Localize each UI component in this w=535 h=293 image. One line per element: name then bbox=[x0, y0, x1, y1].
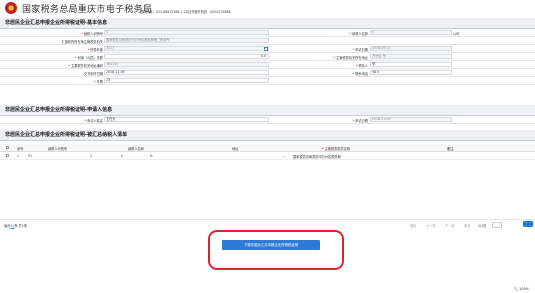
pager-first[interactable]: 首页 bbox=[410, 223, 416, 228]
applicant-label: *申请人姓名 bbox=[84, 118, 103, 123]
download-certificate-button[interactable]: 下载非居民汇总申报企业所得税证明 bbox=[222, 240, 320, 250]
section-applicant-header: 非居民企业汇总申报企业所得税证明-申请人信息 bbox=[0, 105, 535, 116]
form-row-applicant: *申请人姓名 王在天 *申请日期 2018-11-09 bbox=[0, 116, 535, 124]
hotline-text: 咨询热线：023-88812366-1 CA证书服务热线：4000235888 bbox=[140, 10, 231, 14]
page-jump-input[interactable] bbox=[492, 222, 502, 228]
section-list-header: 非居民企业汇总申报企业所得税证明-被汇总纳税人清单 bbox=[0, 130, 535, 141]
site-title: 国家税务总局重庆市电子税务局 bbox=[22, 5, 153, 15]
tax-office-field[interactable]: 国家税务总局重庆市万州区税务局第二税务所 bbox=[104, 38, 269, 43]
doc-date-label: 文书制作日期 bbox=[83, 71, 103, 76]
year-field[interactable]: 2017 bbox=[104, 46, 269, 51]
form-row-period: *年限 23 bbox=[0, 77, 535, 85]
period-label: *年限 bbox=[94, 79, 103, 84]
col-header-note: 备注 bbox=[447, 146, 454, 151]
section-list-title: 非居民企业汇总申报企业所得税证明-被汇总纳税人清单 bbox=[5, 132, 128, 138]
pager: 每页20条 共1条 首页 上一页 下一页 末页 1/1页 bbox=[0, 219, 535, 229]
row-addr-tail: ... bbox=[283, 153, 287, 158]
col-header-no: 序号 bbox=[17, 146, 24, 151]
contact-label: *联系人 bbox=[355, 63, 368, 68]
taxpayer-id-field[interactable]: 5 bbox=[104, 30, 269, 35]
form-row-year: *所属年度 2017 *申请日期 2018-09-15 bbox=[0, 45, 535, 53]
pager-last[interactable]: 末页 bbox=[464, 223, 470, 228]
page-go-button[interactable] bbox=[523, 221, 533, 227]
row-taxpayer-id-tail: 1 bbox=[90, 153, 93, 158]
mgr-addr-label: *主管税务机关所在地址 bbox=[333, 55, 368, 60]
taxpayer-name-suffix: 公司 bbox=[453, 31, 460, 36]
form-row-profit: *利润（亏损）总额 0.0 *主管税务机关所在地址 万州区 号 bbox=[0, 53, 535, 61]
pager-prev[interactable]: 上一页 bbox=[426, 223, 436, 228]
tax-office-label: 汇缴机构所在地主管税务机关 bbox=[61, 39, 103, 44]
profit-label: *利润（亏损）总额 bbox=[74, 55, 103, 60]
select-all-checkbox[interactable] bbox=[6, 146, 9, 149]
pager-page-info: 1/1页 bbox=[478, 224, 487, 228]
site-header: 国家税务总局重庆市电子税务局 咨询热线：023-88812366-1 CA证书服… bbox=[0, 0, 535, 18]
row-checkbox[interactable] bbox=[6, 154, 9, 157]
table-header: 序号 纳税人识别号 纳税人名称 地址 *主管税务机关名称 备注 bbox=[0, 144, 535, 152]
main-org-label: *主要税务机关地址编码 bbox=[68, 63, 103, 68]
form-row-taxpayer: *纳税人识别号 5 *纳税人名称 5 公司 bbox=[0, 29, 535, 37]
phone-field[interactable]: 58 5 bbox=[370, 70, 452, 75]
contact-field[interactable]: 李 bbox=[370, 62, 452, 67]
highlight-ring bbox=[208, 230, 344, 270]
col-header-id: 纳税人识别号 bbox=[48, 146, 68, 151]
apply-date-field[interactable]: 2018-11-09 bbox=[370, 117, 452, 122]
phone-label: *联系电话 bbox=[352, 71, 368, 76]
tax-emblem-icon bbox=[5, 2, 17, 14]
mgr-addr-field[interactable]: 万州区 号 bbox=[370, 54, 452, 59]
table-row[interactable]: 1 51 1 0 D ... 国家税务总局重庆市万州区税务局 bbox=[0, 152, 535, 160]
form-row-main-org: *主要税务机关地址编码 464100 *联系人 李 bbox=[0, 61, 535, 69]
form-row-doc-date: 文书制作日期 2018-11-09 *联系电话 58 5 bbox=[0, 69, 535, 77]
form-row-tax-office: 汇缴机构所在地主管税务机关 国家税务总局重庆市万州区税务局第二税务所 bbox=[0, 37, 535, 45]
doc-date-field[interactable]: 2018-11-09 bbox=[104, 70, 269, 75]
period-field[interactable]: 23 bbox=[104, 78, 269, 83]
col-header-office: *主管税务机关名称 bbox=[322, 146, 351, 151]
date-field[interactable]: 2018-09-15 bbox=[370, 46, 452, 51]
year-label: *所属年度 bbox=[87, 47, 103, 52]
taxpayer-name-field[interactable]: 5 bbox=[370, 30, 452, 35]
col-header-name: 纳税人名称 bbox=[128, 146, 144, 151]
calendar-icon[interactable] bbox=[264, 46, 268, 51]
row-name-mid: D bbox=[150, 153, 153, 158]
taxpayer-name-label: *纳税人名称 bbox=[349, 31, 368, 36]
taxpayer-id-label: *纳税人识别号 bbox=[81, 31, 103, 36]
row-taxpayer-id: 51 bbox=[28, 153, 33, 158]
row-name: 0 bbox=[121, 153, 124, 158]
row-office: 国家税务总局重庆市万州区税务局 bbox=[293, 154, 341, 159]
applicant-field[interactable]: 王在天 bbox=[104, 117, 269, 122]
zoom-level[interactable]: 🔍 100% bbox=[514, 287, 529, 291]
profit-field[interactable]: 0.0 bbox=[104, 54, 269, 59]
col-header-addr: 地址 bbox=[232, 146, 239, 151]
pager-next[interactable]: 下一页 bbox=[445, 223, 455, 228]
date-label: *申请日期 bbox=[352, 47, 368, 52]
main-org-field[interactable]: 464100 bbox=[104, 62, 269, 67]
section-basic-title: 非居民企业汇总申报企业所得税证明-基本信息 bbox=[5, 20, 108, 26]
apply-date-label: *申请日期 bbox=[352, 118, 368, 123]
section-applicant-title: 非居民企业汇总申报企业所得税证明-申请人信息 bbox=[5, 107, 113, 113]
row-no: 1 bbox=[17, 153, 20, 158]
section-basic-header: 非居民企业汇总申报企业所得税证明-基本信息 bbox=[0, 18, 535, 29]
per-page-text: 每页20条 共1条 bbox=[4, 224, 28, 228]
